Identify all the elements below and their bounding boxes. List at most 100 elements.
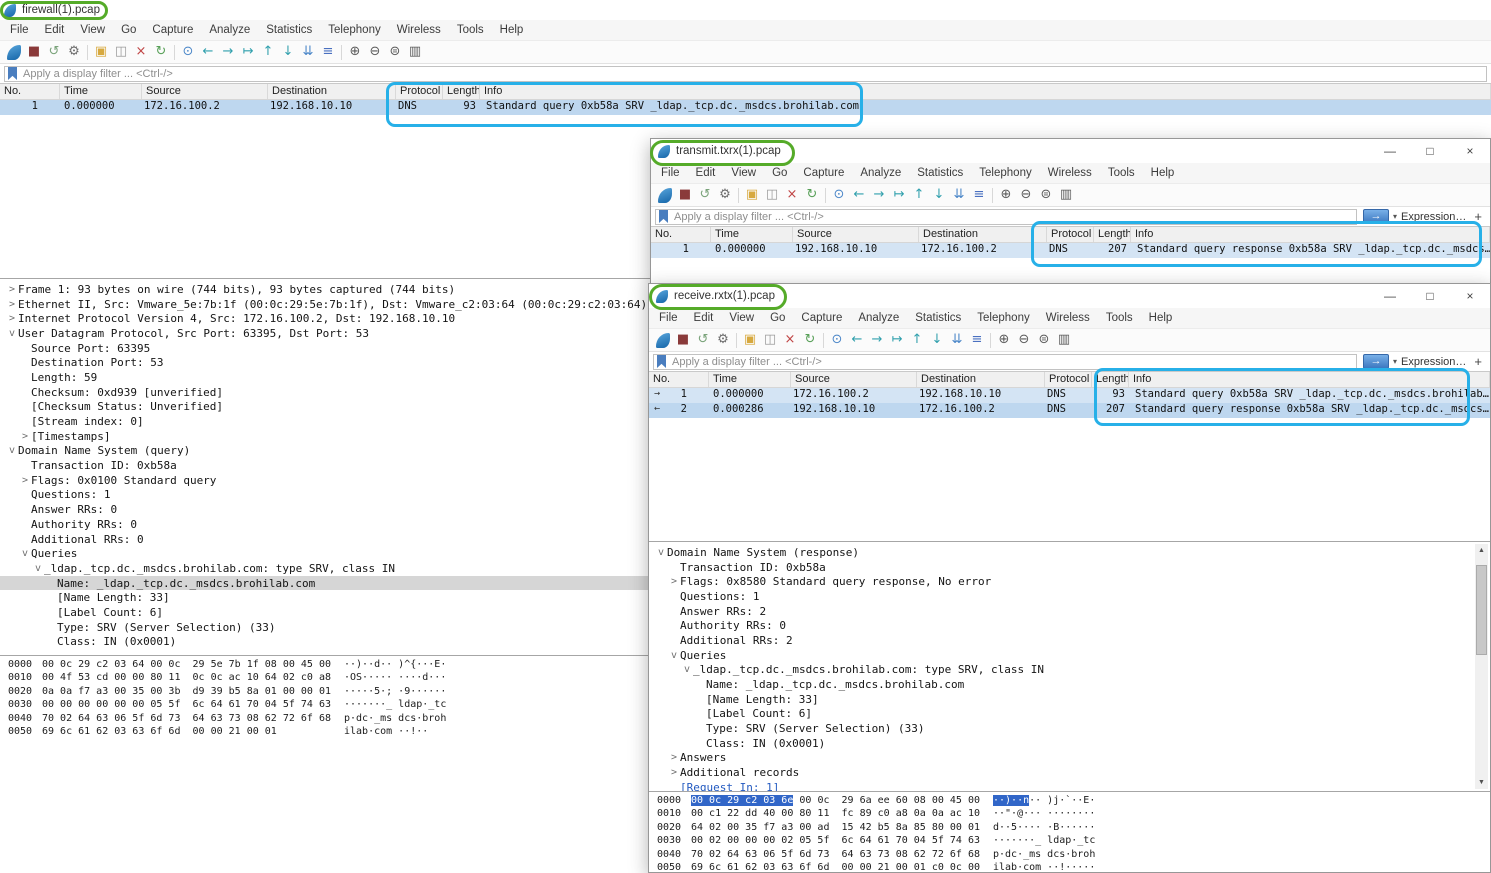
detail-row[interactable]: [Label Count: 6] bbox=[649, 707, 1490, 722]
menu-item[interactable]: View bbox=[72, 20, 113, 40]
go-back-icon[interactable]: ← bbox=[847, 330, 867, 350]
open-file-icon[interactable]: ▣ bbox=[740, 330, 760, 350]
column-source[interactable]: Source bbox=[142, 84, 268, 99]
menu-item[interactable]: View bbox=[723, 163, 764, 183]
go-forward-icon[interactable]: → bbox=[218, 42, 238, 62]
detail-row[interactable]: [Request In: 1] bbox=[649, 780, 1490, 791]
go-last-packet-icon[interactable]: ↓ bbox=[929, 185, 949, 205]
go-forward-icon[interactable]: → bbox=[867, 330, 887, 350]
packet-row[interactable]: 1 0.000000 172.16.100.2 192.168.10.10 DN… bbox=[0, 100, 1491, 115]
menu-item[interactable]: File bbox=[651, 308, 686, 328]
menu-item[interactable]: Statistics bbox=[258, 20, 320, 40]
zoom-reset-icon[interactable]: ⊜ bbox=[1034, 330, 1054, 350]
find-packet-icon[interactable]: ⊙ bbox=[827, 330, 847, 350]
autoscroll-icon[interactable]: ⇊ bbox=[298, 42, 318, 62]
detail-row[interactable]: >Additional records bbox=[649, 765, 1490, 780]
open-file-icon[interactable]: ▣ bbox=[742, 185, 762, 205]
menu-item[interactable]: Telephony bbox=[320, 20, 388, 40]
detail-row[interactable]: Answer RRs: 2 bbox=[649, 604, 1490, 619]
restart-capture-icon[interactable]: ↺ bbox=[695, 185, 715, 205]
resize-columns-icon[interactable]: ▥ bbox=[1056, 185, 1076, 205]
detail-row[interactable]: [Name Length: 33] bbox=[649, 692, 1490, 707]
add-filter-button[interactable]: + bbox=[1470, 209, 1486, 224]
detail-row[interactable]: vQueries bbox=[649, 648, 1490, 663]
menu-item[interactable]: Edit bbox=[688, 163, 724, 183]
menu-item[interactable]: View bbox=[721, 308, 762, 328]
menu-item[interactable]: Go bbox=[764, 163, 795, 183]
capture-options-icon[interactable]: ⚙ bbox=[713, 330, 733, 350]
resize-columns-icon[interactable]: ▥ bbox=[405, 42, 425, 62]
hex-row[interactable]: 0050 69 6c 61 62 03 63 6f 6d 00 00 21 00… bbox=[649, 862, 1490, 872]
column-time[interactable]: Time bbox=[60, 84, 142, 99]
menu-item[interactable]: Capture bbox=[795, 163, 852, 183]
scroll-up-icon[interactable]: ▲ bbox=[1475, 544, 1488, 557]
titlebar-receive[interactable]: receive.rxtx(1).pcap — □ × bbox=[649, 284, 1490, 308]
hex-row[interactable]: 0000 00 0c 29 c2 03 6e 00 0c 29 6a ee 60… bbox=[649, 795, 1490, 808]
menu-item[interactable]: Tools bbox=[449, 20, 492, 40]
go-last-packet-icon[interactable]: ↓ bbox=[278, 42, 298, 62]
display-filter-input[interactable]: Apply a display filter ... <Ctrl-/> bbox=[653, 354, 1357, 370]
minimize-button[interactable]: — bbox=[1370, 139, 1410, 163]
maximize-button[interactable]: □ bbox=[1410, 139, 1450, 163]
detail-row[interactable]: vDomain Name System (response) bbox=[649, 545, 1490, 560]
go-first-packet-icon[interactable]: ↑ bbox=[909, 185, 929, 205]
save-file-icon[interactable]: ◫ bbox=[111, 42, 131, 62]
expander-icon[interactable]: v bbox=[668, 650, 680, 661]
close-button[interactable]: × bbox=[1450, 139, 1490, 163]
expander-icon[interactable]: > bbox=[19, 431, 31, 442]
filter-dropdown-caret-icon[interactable]: ▾ bbox=[1393, 357, 1397, 366]
menu-item[interactable]: Edit bbox=[37, 20, 73, 40]
menu-item[interactable]: Capture bbox=[144, 20, 201, 40]
column-info[interactable]: Info bbox=[1129, 372, 1490, 387]
go-forward-icon[interactable]: → bbox=[869, 185, 889, 205]
detail-row[interactable]: Questions: 1 bbox=[649, 589, 1490, 604]
expander-icon[interactable]: v bbox=[655, 547, 667, 558]
expander-icon[interactable]: > bbox=[668, 752, 680, 763]
column-protocol[interactable]: Protocol bbox=[396, 84, 443, 99]
zoom-out-icon[interactable]: ⊖ bbox=[365, 42, 385, 62]
menu-item[interactable]: File bbox=[2, 20, 37, 40]
autoscroll-icon[interactable]: ⇊ bbox=[949, 185, 969, 205]
detail-row[interactable]: v_ldap._tcp.dc._msdcs.brohilab.com: type… bbox=[649, 663, 1490, 678]
menu-item[interactable]: Help bbox=[1143, 163, 1183, 183]
capture-options-icon[interactable]: ⚙ bbox=[64, 42, 84, 62]
expander-icon[interactable]: > bbox=[6, 284, 18, 295]
colorize-packets-icon[interactable]: ≡ bbox=[318, 42, 338, 62]
display-filter-input[interactable]: Apply a display filter ... <Ctrl-/> bbox=[655, 209, 1357, 225]
column-time[interactable]: Time bbox=[711, 227, 793, 242]
menu-item[interactable]: Go bbox=[762, 308, 793, 328]
go-first-packet-icon[interactable]: ↑ bbox=[907, 330, 927, 350]
zoom-reset-icon[interactable]: ⊜ bbox=[1036, 185, 1056, 205]
filter-bookmark-icon[interactable] bbox=[657, 355, 666, 368]
go-to-packet-icon[interactable]: ↦ bbox=[889, 185, 909, 205]
column-length[interactable]: Length bbox=[1092, 372, 1129, 387]
resize-columns-icon[interactable]: ▥ bbox=[1054, 330, 1074, 350]
apply-filter-button[interactable]: → bbox=[1363, 354, 1389, 369]
column-protocol[interactable]: Protocol bbox=[1045, 372, 1092, 387]
hex-row[interactable]: 0020 64 02 00 35 f7 a3 00 ad 15 42 b5 8a… bbox=[649, 822, 1490, 835]
menu-item[interactable]: Analyze bbox=[201, 20, 258, 40]
zoom-in-icon[interactable]: ⊕ bbox=[996, 185, 1016, 205]
add-filter-button[interactable]: + bbox=[1470, 354, 1486, 369]
menu-item[interactable]: Wireless bbox=[1038, 308, 1098, 328]
filter-bookmark-icon[interactable] bbox=[659, 210, 668, 223]
detail-row[interactable]: Authority RRs: 0 bbox=[649, 618, 1490, 633]
menu-item[interactable]: Go bbox=[113, 20, 144, 40]
menu-item[interactable]: Telephony bbox=[969, 308, 1037, 328]
hex-row[interactable]: 0040 70 02 64 63 06 5f 6d 73 64 63 73 08… bbox=[649, 849, 1490, 862]
stop-capture-icon[interactable]: ■ bbox=[675, 185, 695, 205]
menu-item[interactable]: Telephony bbox=[971, 163, 1039, 183]
packet-row[interactable]: ←2 0.000286 192.168.10.10 172.16.100.2 D… bbox=[649, 403, 1490, 418]
close-file-icon[interactable]: × bbox=[131, 42, 151, 62]
details-scrollbar[interactable]: ▲ ▼ bbox=[1475, 544, 1488, 789]
detail-row[interactable]: >Flags: 0x8580 Standard query response, … bbox=[649, 574, 1490, 589]
column-info[interactable]: Info bbox=[1131, 227, 1490, 242]
expander-icon[interactable]: > bbox=[668, 576, 680, 587]
column-destination[interactable]: Destination bbox=[919, 227, 1047, 242]
open-file-icon[interactable]: ▣ bbox=[91, 42, 111, 62]
find-packet-icon[interactable]: ⊙ bbox=[829, 185, 849, 205]
capture-options-icon[interactable]: ⚙ bbox=[715, 185, 735, 205]
column-no[interactable]: No. bbox=[0, 84, 60, 99]
scroll-down-icon[interactable]: ▼ bbox=[1475, 776, 1488, 789]
column-length[interactable]: Length bbox=[1094, 227, 1131, 242]
